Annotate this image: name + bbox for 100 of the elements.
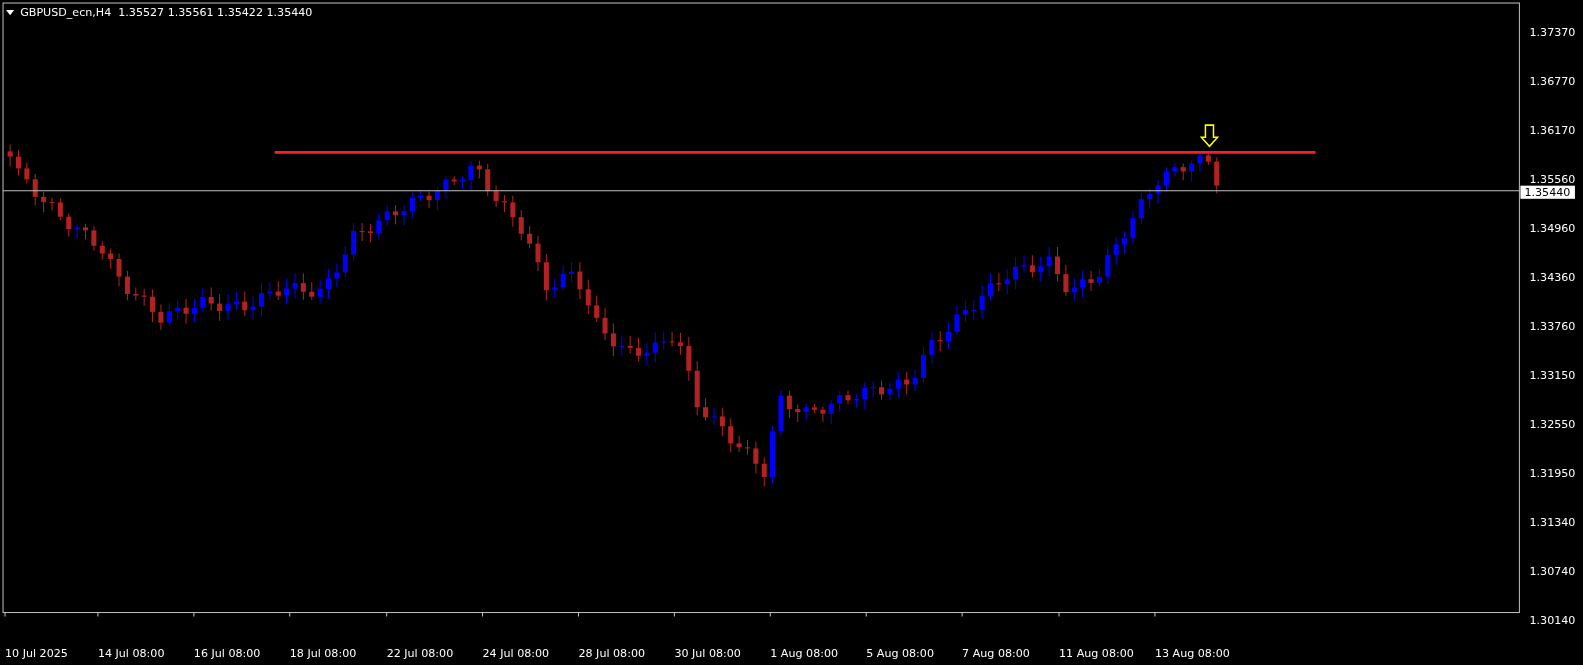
- candlestick: [326, 268, 332, 300]
- time-axis-label: 14 Jul 08:00: [97, 646, 165, 660]
- candlestick: [719, 407, 725, 437]
- price-axis-label: 1.32550: [1529, 418, 1576, 432]
- candlestick: [401, 205, 407, 226]
- candlestick: [208, 287, 214, 312]
- candlestick: [367, 223, 373, 243]
- candlestick: [703, 397, 709, 422]
- time-axis-label: 11 Aug 08:00: [1059, 646, 1134, 660]
- candlestick: [7, 144, 13, 167]
- candlestick: [1046, 246, 1052, 277]
- candlestick: [200, 287, 206, 313]
- price-axis-label: 1.34960: [1529, 222, 1576, 236]
- current-price-tag: 1.35440: [1520, 185, 1575, 200]
- candlestick: [468, 160, 474, 191]
- candlestick: [853, 393, 859, 408]
- time-axis-label: 18 Jul 08:00: [289, 646, 357, 660]
- candlestick: [493, 184, 499, 208]
- dropdown-triangle-icon[interactable]: [6, 10, 15, 16]
- candlestick: [610, 322, 616, 357]
- time-axis-label: 30 Jul 08:00: [674, 646, 741, 660]
- candlestick: [971, 299, 977, 321]
- down-arrow-icon: [1199, 124, 1220, 148]
- candlestick: [150, 288, 156, 323]
- time-axis-label: 24 Jul 08:00: [482, 646, 550, 660]
- candlestick: [527, 225, 533, 249]
- candlestick: [342, 245, 348, 278]
- candlestick: [543, 253, 549, 301]
- time-axis-label: 16 Jul 08:00: [193, 646, 261, 660]
- candlestick: [225, 293, 231, 321]
- candlestick: [744, 439, 750, 456]
- price-axis-label: 1.36170: [1529, 124, 1576, 138]
- candlestick: [1004, 268, 1010, 295]
- candlestick: [83, 223, 89, 240]
- candlestick: [183, 298, 189, 325]
- candlestick: [1113, 236, 1119, 266]
- candlestick: [1138, 192, 1144, 225]
- candlestick: [518, 209, 524, 241]
- candlestick: [644, 342, 650, 366]
- candlestick: [728, 417, 734, 453]
- symbol-header: GBPUSD_ecn,H4 1.35527 1.35561 1.35422 1.35440: [20, 6, 313, 20]
- candlestick: [49, 197, 55, 211]
- candlestick: [753, 441, 759, 474]
- price-axis-label: 1.30740: [1529, 565, 1576, 579]
- candlestick: [32, 173, 38, 206]
- candlestick: [74, 223, 80, 240]
- candlestick: [1130, 211, 1136, 244]
- candlestick: [384, 204, 390, 227]
- candlestick: [862, 381, 868, 410]
- candlestick: [300, 272, 306, 301]
- candlestick: [786, 390, 792, 419]
- candlestick: [795, 404, 801, 423]
- candlestick: [116, 253, 122, 287]
- candlestick: [1189, 159, 1195, 182]
- candlestick: [409, 192, 415, 219]
- candlestick: [946, 322, 952, 350]
- candlestick: [987, 272, 993, 301]
- candlestick: [191, 298, 197, 323]
- candlestick: [108, 247, 114, 270]
- time-axis-label: 22 Jul 08:00: [386, 646, 454, 660]
- candlestick: [627, 335, 633, 354]
- price-axis-label: 1.30140: [1529, 614, 1576, 628]
- candlestick: [1021, 254, 1027, 274]
- price-axis-label: 1.35560: [1529, 173, 1576, 187]
- candlestick: [359, 222, 365, 242]
- candlestick: [694, 361, 700, 416]
- candlestick: [711, 407, 717, 426]
- candlestick: [133, 287, 139, 301]
- candlestick: [1214, 156, 1220, 195]
- candlestick: [661, 331, 667, 350]
- candlestick: [1197, 151, 1203, 172]
- time-axis-label: 1 Aug 08:00: [770, 646, 839, 660]
- price-axis-label: 1.33150: [1529, 369, 1576, 383]
- candlestick: [1155, 179, 1161, 205]
- price-axis-label: 1.34360: [1529, 271, 1576, 285]
- candlestick: [166, 302, 172, 327]
- price-axis-label: 1.33760: [1529, 320, 1576, 334]
- time-axis-label: 13 Aug 08:00: [1154, 646, 1230, 660]
- candlestick: [426, 191, 432, 209]
- candlestick: [736, 435, 742, 453]
- candlestick: [552, 278, 558, 299]
- time-axis-label: 10 Jul 2025: [5, 646, 68, 660]
- candlestick: [124, 270, 130, 301]
- candlestick: [99, 240, 105, 261]
- candlestick: [510, 195, 516, 228]
- candlestick: [284, 278, 290, 305]
- price-axis-label: 1.31950: [1529, 467, 1576, 481]
- candlestick: [317, 278, 323, 305]
- candlestick: [887, 381, 893, 401]
- candlestick: [619, 335, 625, 357]
- candlestick: [57, 197, 63, 221]
- price-axis-label: 1.37370: [1529, 26, 1576, 40]
- price-axis-label: 1.31340: [1529, 516, 1576, 530]
- candlestick: [602, 307, 608, 341]
- candlestick: [820, 406, 826, 423]
- candlestick: [870, 380, 876, 398]
- candlestick: [334, 263, 340, 288]
- candlestick: [1096, 268, 1102, 287]
- time-axis-label: 28 Jul 08:00: [578, 646, 646, 660]
- candlestick: [1080, 269, 1086, 299]
